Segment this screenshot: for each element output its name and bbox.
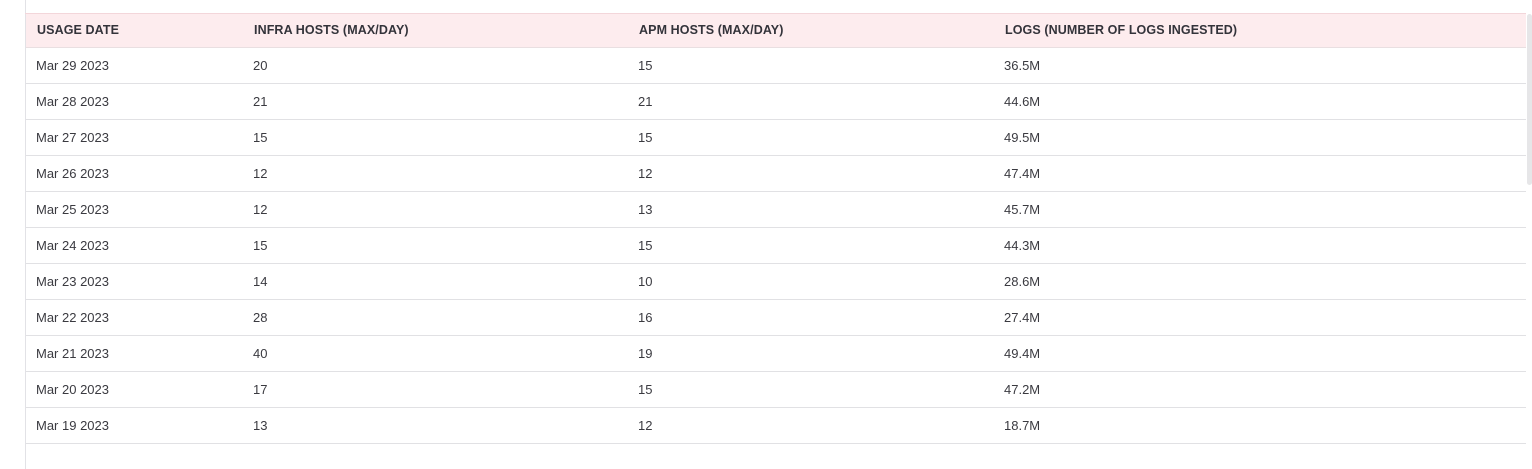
- usage-date-cell: Mar 23 2023: [36, 273, 109, 289]
- infra-hosts-cell: 17: [253, 381, 268, 397]
- logs-cell: 45.7M: [1004, 201, 1041, 217]
- infra-hosts-cell: 21: [253, 93, 268, 109]
- apm-hosts-cell: 15: [638, 57, 653, 73]
- usage-date-cell: Mar 20 2023: [36, 381, 109, 397]
- column-header-logs[interactable]: LOGS (NUMBER OF LOGS INGESTED): [994, 14, 1526, 48]
- logs-cell: 44.3M: [1004, 237, 1041, 253]
- usage-table: USAGE DATE INFRA HOSTS (MAX/DAY) APM HOS…: [26, 14, 1526, 444]
- infra-hosts-cell: 20: [253, 57, 268, 73]
- logs-cell: 49.4M: [1004, 345, 1041, 361]
- column-header-usage-date[interactable]: USAGE DATE: [26, 14, 243, 48]
- infra-hosts-cell: 40: [253, 345, 268, 361]
- infra-hosts-cell: 28: [253, 309, 268, 325]
- apm-hosts-cell: 21: [638, 93, 653, 109]
- infra-hosts-cell: 15: [253, 129, 268, 145]
- usage-date-cell: Mar 21 2023: [36, 345, 109, 361]
- apm-hosts-cell: 15: [638, 237, 653, 253]
- usage-table-panel: USAGE DATE INFRA HOSTS (MAX/DAY) APM HOS…: [0, 0, 1532, 469]
- table-header-row: USAGE DATE INFRA HOSTS (MAX/DAY) APM HOS…: [26, 14, 1526, 48]
- infra-hosts-cell: 14: [253, 273, 268, 289]
- apm-hosts-cell: 10: [638, 273, 653, 289]
- infra-hosts-cell: 12: [253, 201, 268, 217]
- table-row: Mar 20 2023 17 15 47.2M: [26, 371, 1526, 407]
- apm-hosts-cell: 15: [638, 381, 653, 397]
- usage-date-cell: Mar 29 2023: [36, 57, 109, 73]
- usage-date-cell: Mar 22 2023: [36, 309, 109, 325]
- apm-hosts-cell: 16: [638, 309, 653, 325]
- usage-date-cell: Mar 28 2023: [36, 93, 109, 109]
- table-row: Mar 26 2023 12 12 47.4M: [26, 155, 1526, 191]
- usage-date-cell: Mar 24 2023: [36, 237, 109, 253]
- usage-date-cell: Mar 26 2023: [36, 165, 109, 181]
- table-row: Mar 21 2023 40 19 49.4M: [26, 335, 1526, 371]
- logs-cell: 18.7M: [1004, 417, 1041, 433]
- table-row: Mar 23 2023 14 10 28.6M: [26, 263, 1526, 299]
- usage-date-cell: Mar 19 2023: [36, 417, 109, 433]
- table-row: Mar 28 2023 21 21 44.6M: [26, 83, 1526, 119]
- logs-cell: 47.2M: [1004, 381, 1041, 397]
- table-row: Mar 24 2023 15 15 44.3M: [26, 227, 1526, 263]
- column-header-infra-hosts[interactable]: INFRA HOSTS (MAX/DAY): [243, 14, 628, 48]
- logs-cell: 49.5M: [1004, 129, 1041, 145]
- apm-hosts-cell: 12: [638, 165, 653, 181]
- usage-table-container: USAGE DATE INFRA HOSTS (MAX/DAY) APM HOS…: [26, 14, 1526, 444]
- table-row: Mar 29 2023 20 15 36.5M: [26, 47, 1526, 83]
- table-row: Mar 27 2023 15 15 49.5M: [26, 119, 1526, 155]
- vertical-scrollbar-thumb[interactable]: [1527, 14, 1532, 185]
- apm-hosts-cell: 13: [638, 201, 653, 217]
- infra-hosts-cell: 13: [253, 417, 268, 433]
- usage-date-cell: Mar 25 2023: [36, 201, 109, 217]
- logs-cell: 47.4M: [1004, 165, 1041, 181]
- infra-hosts-cell: 12: [253, 165, 268, 181]
- table-row: Mar 25 2023 12 13 45.7M: [26, 191, 1526, 227]
- logs-cell: 27.4M: [1004, 309, 1041, 325]
- apm-hosts-cell: 19: [638, 345, 653, 361]
- logs-cell: 36.5M: [1004, 57, 1041, 73]
- table-row: Mar 19 2023 13 12 18.7M: [26, 407, 1526, 443]
- usage-date-cell: Mar 27 2023: [36, 129, 109, 145]
- apm-hosts-cell: 12: [638, 417, 653, 433]
- logs-cell: 28.6M: [1004, 273, 1041, 289]
- column-header-apm-hosts[interactable]: APM HOSTS (MAX/DAY): [628, 14, 994, 48]
- logs-cell: 44.6M: [1004, 93, 1041, 109]
- apm-hosts-cell: 15: [638, 129, 653, 145]
- infra-hosts-cell: 15: [253, 237, 268, 253]
- table-row: Mar 22 2023 28 16 27.4M: [26, 299, 1526, 335]
